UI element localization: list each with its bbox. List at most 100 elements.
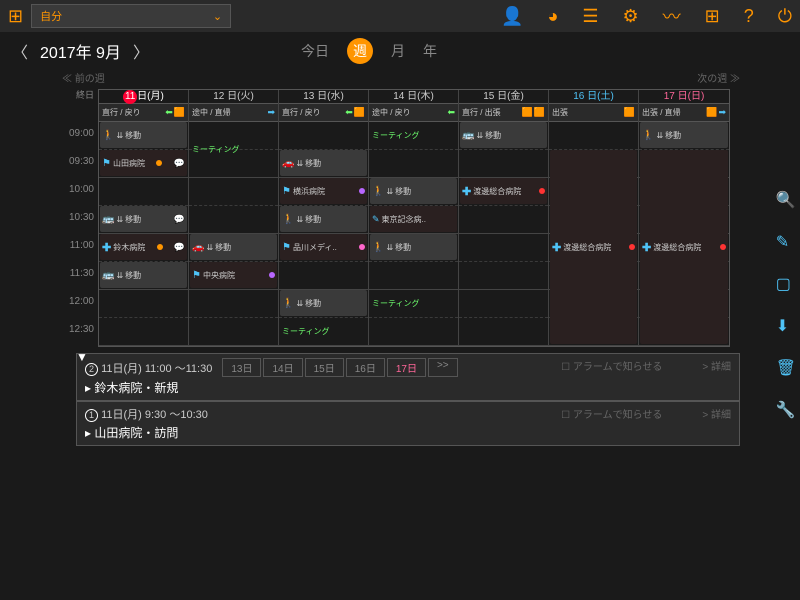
calendar-event[interactable]: ミーティング xyxy=(190,122,277,176)
category-row: 出張🟧 xyxy=(549,104,638,122)
calendar-event[interactable]: ミーティング xyxy=(370,122,457,148)
calendar-event[interactable]: ✎東京記念病.. xyxy=(370,206,457,232)
calendar-event[interactable]: 🚶⇊移動 xyxy=(280,206,367,232)
edit-icon[interactable]: ✎ xyxy=(776,232,796,252)
prev-month-button[interactable]: 〈 xyxy=(12,39,28,63)
calendar-event[interactable]: ⚑山田病院💬 xyxy=(100,150,187,176)
day-header[interactable]: 16 日(土) xyxy=(549,90,638,104)
list-icon[interactable]: ☰ xyxy=(582,6,598,27)
calendar-event[interactable]: 🚶⇊移動 xyxy=(370,234,457,260)
item-date: 11日(月) 11:00 ～11:30 xyxy=(101,363,212,375)
day-column: 17 日(日)出張 / 直帰🟧➡🚶⇊移動✚渡邊総合病院 xyxy=(639,90,729,346)
trash-icon[interactable]: 🗑 xyxy=(776,358,796,378)
prev-week-button[interactable]: ≪ 前の週 xyxy=(62,70,105,85)
item-title: ▸ 山田病院・訪問 xyxy=(85,424,731,441)
calendar-event[interactable]: 🚶⇊移動 xyxy=(100,122,187,148)
tab-week[interactable]: 週 xyxy=(347,38,373,64)
clock-icon[interactable]: ◕ xyxy=(547,6,558,27)
day-header[interactable]: 15 日(金) xyxy=(459,90,548,104)
calendar-event[interactable]: ⚑品川メディ.. xyxy=(280,234,367,260)
calendar-event[interactable]: 🚗⇊移動 xyxy=(280,150,367,176)
date-tab[interactable]: 16日 xyxy=(346,358,385,377)
calendar-event[interactable]: ⚑中央病院 xyxy=(190,262,277,288)
day-header[interactable]: 11日(月) xyxy=(99,90,188,104)
detail-link[interactable]: > 詳細 xyxy=(702,410,731,421)
calendar-event[interactable]: ⚑横浜病院 xyxy=(280,178,367,204)
calendar-event[interactable]: ✚渡邊総合病院 xyxy=(640,150,728,344)
date-tab[interactable]: 15日 xyxy=(305,358,344,377)
day-header[interactable]: 12 日(火) xyxy=(189,90,278,104)
search-icon[interactable]: 🔍 xyxy=(776,190,796,210)
category-row: 直行 / 戻り⬅🟧 xyxy=(99,104,188,122)
calendar-grid: 11日(月)直行 / 戻り⬅🟧🚶⇊移動⚑山田病院💬🚌⇊移動💬✚鈴木病院💬🚌⇊移動… xyxy=(98,89,730,347)
time-label: 11:00 xyxy=(60,232,94,260)
help-icon[interactable]: ? xyxy=(744,6,754,27)
time-label: 09:00 xyxy=(60,120,94,148)
category-row: 直行 / 戻り⬅🟧 xyxy=(279,104,368,122)
day-header[interactable]: 13 日(水) xyxy=(279,90,368,104)
day-column: 12 日(火)途中 / 直帰➡ミーティング 🚗⇊移動⚑中央病院 xyxy=(189,90,279,346)
calendar-event[interactable]: 🚗⇊移動 xyxy=(190,234,277,260)
alarm-checkbox[interactable]: ☐ アラームで知らせる xyxy=(561,362,662,373)
dropdown-value: 自分 xyxy=(40,8,62,24)
tab-today[interactable]: 今日 xyxy=(301,41,329,61)
person-icon[interactable]: 👤 xyxy=(501,6,523,27)
day-column: 16 日(土)出張🟧 ✚渡邊総合病院 xyxy=(549,90,639,346)
day-column: 13 日(水)直行 / 戻り⬅🟧🚗⇊移動⚑横浜病院🚶⇊移動⚑品川メディ..🚶⇊移… xyxy=(279,90,369,346)
calendar-event[interactable]: ミーティング xyxy=(370,290,457,316)
item-title: ▸ 鈴木病院・新規 xyxy=(85,379,731,396)
time-label: 10:00 xyxy=(60,176,94,204)
note-icon[interactable]: ▢ xyxy=(776,274,796,294)
calendar-event[interactable]: ミーティング xyxy=(280,318,367,344)
calendar-event[interactable]: 🚶⇊移動 xyxy=(280,290,367,316)
calendar-event[interactable]: 🚶⇊移動 xyxy=(370,178,457,204)
time-label: 09:30 xyxy=(60,148,94,176)
calendar-event[interactable]: ✚鈴木病院💬 xyxy=(100,234,187,260)
day-column: 11日(月)直行 / 戻り⬅🟧🚶⇊移動⚑山田病院💬 🚌⇊移動💬✚鈴木病院💬🚌⇊移動 xyxy=(99,90,189,346)
chart-icon[interactable]: 〰 xyxy=(663,3,681,29)
day-header[interactable]: 14 日(木) xyxy=(369,90,458,104)
detail-row[interactable]: 2 11日(月) 11:00 ～11:3013日14日15日16日17日>>☐ … xyxy=(76,353,740,401)
chevron-down-icon: ⌄ xyxy=(213,10,222,23)
category-row: 途中 / 直帰➡ xyxy=(189,104,278,122)
detail-link[interactable]: > 詳細 xyxy=(702,362,731,373)
detail-row[interactable]: 1 11日(月) 9:30 ～10:30 ☐ アラームで知らせる > 詳細 ▸ 山田病… xyxy=(76,401,740,446)
download-icon[interactable]: ⬇ xyxy=(776,316,796,336)
time-label: 10:30 xyxy=(60,204,94,232)
day-column: 14 日(木)途中 / 戻り⬅ミーティング🚶⇊移動✎東京記念病..🚶⇊移動ミーテ… xyxy=(369,90,459,346)
item-number: 1 xyxy=(85,409,98,422)
calendar-event[interactable]: 🚶⇊移動 xyxy=(640,122,728,148)
date-tab[interactable]: 17日 xyxy=(387,358,426,377)
wrench-icon[interactable]: 🔧 xyxy=(776,400,796,420)
item-date: 11日(月) 9:30 ～10:30 xyxy=(101,409,208,421)
detail-panel: 2 11日(月) 11:00 ～11:3013日14日15日16日17日>>☐ … xyxy=(76,353,740,446)
app-grid-icon[interactable]: ⊞ xyxy=(8,6,23,27)
time-label: 11:30 xyxy=(60,260,94,288)
date-tab[interactable]: 14日 xyxy=(263,358,302,377)
category-row: 途中 / 戻り⬅ xyxy=(369,104,458,122)
next-month-button[interactable]: 〉 xyxy=(133,39,149,63)
category-row: 直行 / 出張🟧🟧 xyxy=(459,104,548,122)
calendar-event[interactable]: ✚渡邊総合病院 xyxy=(550,150,637,344)
day-column: 15 日(金)直行 / 出張🟧🟧🚌⇊移動 ✚渡邊総合病院 xyxy=(459,90,549,346)
grid-apps-icon[interactable]: ⊞ xyxy=(705,6,720,27)
calendar-event[interactable]: 🚌⇊移動💬 xyxy=(100,206,187,232)
date-tab[interactable]: 13日 xyxy=(222,358,261,377)
calendar-event[interactable]: 🚌⇊移動 xyxy=(460,122,547,148)
power-icon[interactable]: ⏻ xyxy=(778,6,792,27)
tab-month[interactable]: 月 xyxy=(391,41,405,61)
time-label: 12:00 xyxy=(60,288,94,316)
category-row: 出張 / 直帰🟧➡ xyxy=(639,104,729,122)
tab-year[interactable]: 年 xyxy=(423,41,437,61)
month-label: 2017年 9月 xyxy=(40,39,121,63)
alarm-checkbox[interactable]: ☐ アラームで知らせる xyxy=(561,410,662,421)
sliders-icon[interactable]: ⚙ xyxy=(623,6,639,27)
time-column: 終日 09:0009:3010:0010:3011:0011:3012:0012… xyxy=(60,89,98,347)
date-tab[interactable]: >> xyxy=(428,358,458,377)
scroll-down-icon[interactable]: ▼ xyxy=(76,350,88,364)
calendar-event[interactable]: 🚌⇊移動 xyxy=(100,262,187,288)
user-dropdown[interactable]: 自分 ⌄ xyxy=(31,4,231,28)
day-header[interactable]: 17 日(日) xyxy=(639,90,729,104)
calendar-event[interactable]: ✚渡邊総合病院 xyxy=(460,178,547,204)
next-week-button[interactable]: 次の週 ≫ xyxy=(697,70,740,85)
